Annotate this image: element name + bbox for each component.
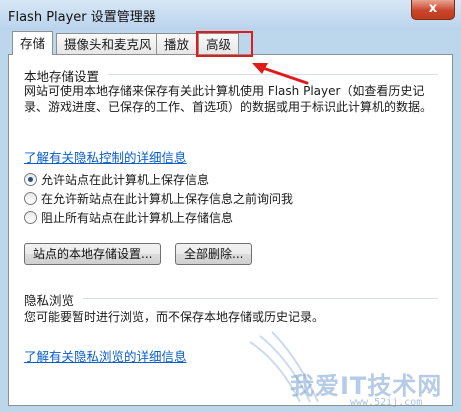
radio-block[interactable]: 阻止所有站点在此计算机上存储信息	[24, 210, 233, 226]
radio-ask[interactable]: 在允许新站点在此计算机上保存信息之前询问我	[24, 191, 293, 207]
private-browsing-heading: 隐私浏览	[24, 293, 75, 308]
privacy-control-link[interactable]: 了解有关隐私控制的详细信息	[24, 147, 187, 166]
close-button[interactable]: x	[411, 0, 455, 20]
delete-all-button[interactable]: 全部删除...	[175, 243, 253, 265]
title-bar: Flash Player 设置管理器 x	[0, 0, 461, 30]
watermark: 我爱IT技术网 www.52ij.com	[240, 322, 461, 412]
local-storage-description: 网站可使用本地存储来保存有关此计算机使用 Flash Player（如查看历史记…	[24, 84, 433, 114]
annotation-arrow-icon	[252, 63, 309, 85]
advanced-tab-highlight-box	[196, 31, 253, 57]
group-divider	[83, 298, 438, 299]
tab-label: 摄像头和麦克风	[64, 37, 152, 52]
radio-unchecked-icon[interactable]	[24, 211, 37, 224]
radio-label: 允许站点在此计算机上保存信息	[41, 173, 210, 187]
site-storage-settings-button[interactable]: 站点的本地存储设置...	[24, 243, 162, 265]
radio-unchecked-icon[interactable]	[24, 192, 37, 205]
tab-camera-microphone[interactable]: 摄像头和麦克风	[56, 33, 160, 54]
tab-playback[interactable]: 播放	[156, 33, 198, 54]
radio-label: 在允许新站点在此计算机上保存信息之前询问我	[41, 192, 294, 206]
radio-allow[interactable]: 允许站点在此计算机上保存信息	[24, 172, 209, 188]
local-storage-heading: 本地存储设置	[24, 69, 100, 84]
watermark-url: www.52ij.com	[350, 397, 423, 408]
tab-label: 播放	[164, 37, 190, 52]
radio-checked-icon[interactable]	[24, 173, 37, 186]
close-icon: x	[428, 1, 438, 16]
watermark-text: 我爱IT技术网	[290, 372, 443, 400]
private-browsing-link[interactable]: 了解有关隐私浏览的详细信息	[24, 346, 187, 365]
radio-label: 阻止所有站点在此计算机上存储信息	[41, 211, 234, 225]
window-title: Flash Player 设置管理器	[8, 10, 156, 25]
tab-label: 存储	[20, 36, 46, 51]
tab-storage[interactable]: 存储	[12, 31, 54, 55]
